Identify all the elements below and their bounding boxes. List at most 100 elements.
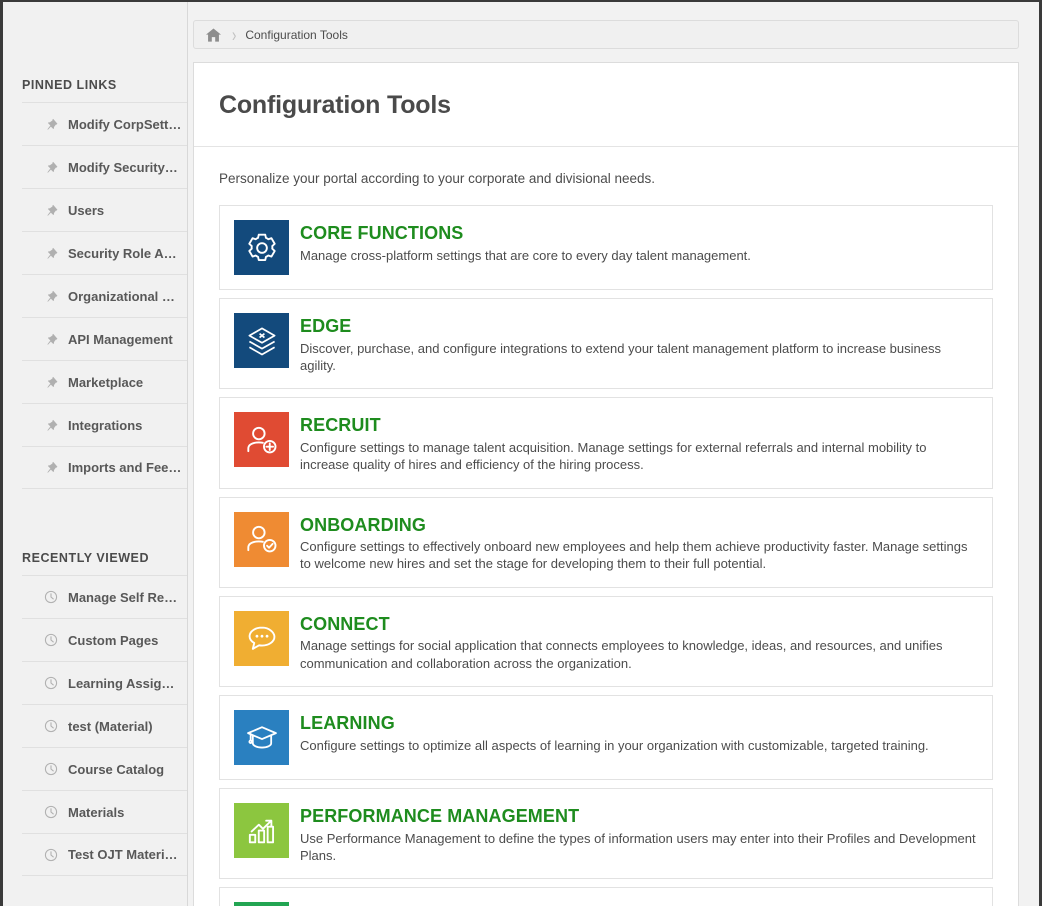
clock-icon [42, 633, 60, 647]
config-tool-card-description: Configure settings to effectively onboar… [300, 539, 968, 572]
main-content-area: › Configuration Tools Configuration Tool… [188, 2, 1039, 906]
sidebar-recent-item-6[interactable]: Test OJT Materi… [22, 833, 187, 876]
config-tool-card-title[interactable]: CONNECT [300, 614, 976, 635]
sidebar-pinned-item-label: Security Role A… [68, 245, 177, 261]
sidebar-recent-item-1[interactable]: Custom Pages [22, 618, 187, 661]
sidebar-pinned-item-label: Organizational … [68, 288, 175, 304]
config-tool-card-body: LEARNING Configure settings to optimize a… [300, 710, 976, 754]
clock-icon [42, 590, 60, 604]
breadcrumb: › Configuration Tools [193, 20, 1019, 49]
pin-icon [42, 333, 60, 346]
configuration-tools-card-list: CORE FUNCTIONS Manage cross-platform sett… [194, 205, 1018, 906]
config-tool-card[interactable]: PERFORMANCE MANAGEMENT Use Performance Ma… [219, 788, 993, 880]
config-tool-card-description: Discover, purchase, and configure integr… [300, 340, 941, 373]
config-tool-card[interactable]: ONBOARDING Configure settings to effectiv… [219, 496, 993, 588]
application-viewport: PINNED LINKS Modify CorpSett… Modify Secu… [0, 0, 1042, 906]
sidebar-pinned-item-5[interactable]: API Management [22, 317, 187, 360]
clock-icon [42, 762, 60, 776]
page-subtitle: Personalize your portal according to you… [219, 171, 656, 186]
config-tool-card[interactable]: CORE FUNCTIONS Manage cross-platform sett… [219, 205, 993, 290]
clock-icon [42, 848, 60, 862]
pin-icon [42, 118, 60, 131]
config-tool-card-body: RECRUIT Configure settings to manage tale… [300, 412, 976, 473]
config-tool-card-body: CONNECT Manage settings for social applic… [300, 611, 976, 672]
breadcrumb-current[interactable]: Configuration Tools [245, 28, 348, 42]
config-tool-card-title[interactable]: CORE FUNCTIONS [300, 223, 976, 244]
sidebar-pinned-item-1[interactable]: Modify Security… [22, 145, 187, 188]
pin-icon [42, 376, 60, 389]
sidebar-recent-item-label: Manage Self Re… [68, 589, 178, 605]
coins-icon [234, 902, 289, 906]
config-tool-card-description: Configure settings to manage talent acqu… [300, 439, 927, 473]
sidebar-pinned-item-2[interactable]: Users [22, 188, 187, 231]
config-tool-card-body: PERFORMANCE MANAGEMENT Use Performance Ma… [300, 803, 976, 864]
config-tool-card-description: Use Performance Management to define the… [300, 830, 976, 863]
config-tool-card-title[interactable]: RECRUIT [300, 415, 976, 436]
page-title: Configuration Tools [194, 63, 1018, 147]
config-tool-card-body: COMPENSATION MANAGEMENTUse Compensation … [300, 902, 976, 906]
config-tool-card-description: Manage settings for social application t… [300, 638, 943, 671]
config-tool-card-title[interactable]: LEARNING [300, 713, 976, 734]
sidebar-pinned-item-4[interactable]: Organizational … [22, 274, 187, 317]
sidebar-pinned-item-label: Marketplace [68, 374, 144, 390]
config-tool-card-description: Configure settings to optimize all aspec… [300, 737, 929, 753]
config-tool-card-title[interactable]: ONBOARDING [300, 515, 976, 536]
sidebar: PINNED LINKS Modify CorpSett… Modify Secu… [3, 2, 188, 906]
pin-icon [42, 161, 60, 174]
pin-icon [42, 461, 60, 474]
home-icon[interactable] [206, 27, 221, 42]
pin-icon [42, 204, 60, 217]
layers-icon [234, 313, 289, 368]
sidebar-pinned-item-3[interactable]: Security Role A… [22, 231, 187, 274]
sidebar-pinned-item-label: Users [68, 202, 105, 218]
pin-icon [42, 419, 60, 432]
sidebar-recent-item-label: Materials [68, 804, 125, 820]
config-tool-card-description: Manage cross-platform settings that are … [300, 247, 751, 263]
sidebar-pinned-item-0[interactable]: Modify CorpSett… [22, 102, 187, 145]
config-tool-card[interactable]: RECRUIT Configure settings to manage tale… [219, 397, 993, 489]
config-tool-card[interactable]: COMPENSATION MANAGEMENTUse Compensation … [219, 887, 993, 906]
sidebar-recent-item-label: Learning Assig… [68, 675, 175, 691]
sidebar-pinned-links-list: Modify CorpSett… Modify Security… Users Sec… [3, 102, 187, 489]
config-tool-card-body: EDGE Discover, purchase, and configure in… [300, 313, 976, 374]
graduation-cap-icon [234, 710, 289, 765]
content-panel: Configuration Tools Personalize your por… [193, 62, 1019, 906]
sidebar-recently-viewed-heading: RECENTLY VIEWED [22, 551, 150, 565]
pin-icon [42, 247, 60, 260]
sidebar-pinned-item-label: Imports and Fee… [68, 460, 182, 475]
config-tool-card-body: CORE FUNCTIONS Manage cross-platform sett… [300, 220, 976, 264]
sidebar-pinned-item-8[interactable]: Imports and Fee… [22, 446, 187, 489]
user-plus-icon [234, 412, 289, 468]
sidebar-recent-item-label: Course Catalog [68, 761, 165, 777]
sidebar-recent-item-3[interactable]: test (Material) [22, 704, 187, 747]
sidebar-pinned-item-label: API Management [68, 331, 173, 347]
sidebar-recent-item-label: test (Material) [68, 718, 153, 734]
sidebar-pinned-item-6[interactable]: Marketplace [22, 360, 187, 403]
clock-icon [42, 719, 60, 733]
sidebar-recent-item-0[interactable]: Manage Self Re… [22, 575, 187, 618]
config-tool-card[interactable]: CONNECT Manage settings for social applic… [219, 595, 993, 687]
sidebar-pinned-links-heading: PINNED LINKS [22, 78, 117, 92]
sidebar-recent-item-5[interactable]: Materials [22, 790, 187, 833]
config-tool-card[interactable]: EDGE Discover, purchase, and configure in… [219, 298, 993, 390]
gear-icon [234, 220, 289, 275]
sidebar-pinned-item-7[interactable]: Integrations [22, 403, 187, 446]
sidebar-recent-item-label: Custom Pages [68, 632, 159, 648]
bar-chart-arrow-icon [234, 803, 289, 858]
sidebar-recently-viewed-list: Manage Self Re… Custom Pages Learning Assi… [3, 575, 187, 876]
pin-icon [42, 290, 60, 303]
breadcrumb-separator: › [232, 23, 237, 46]
config-tool-card-title[interactable]: EDGE [300, 316, 976, 337]
sidebar-recent-item-2[interactable]: Learning Assig… [22, 661, 187, 704]
clock-icon [42, 805, 60, 819]
chat-bubble-icon [234, 610, 289, 666]
config-tool-card-title[interactable]: PERFORMANCE MANAGEMENT [300, 806, 976, 827]
clock-icon [42, 676, 60, 690]
user-check-icon [234, 511, 289, 567]
sidebar-pinned-item-label: Integrations [68, 417, 143, 433]
config-tool-card[interactable]: LEARNING Configure settings to optimize a… [219, 695, 993, 780]
sidebar-pinned-item-label: Modify Security… [68, 159, 178, 175]
sidebar-recent-item-4[interactable]: Course Catalog [22, 747, 187, 790]
config-tool-card-body: ONBOARDING Configure settings to effectiv… [300, 512, 976, 573]
